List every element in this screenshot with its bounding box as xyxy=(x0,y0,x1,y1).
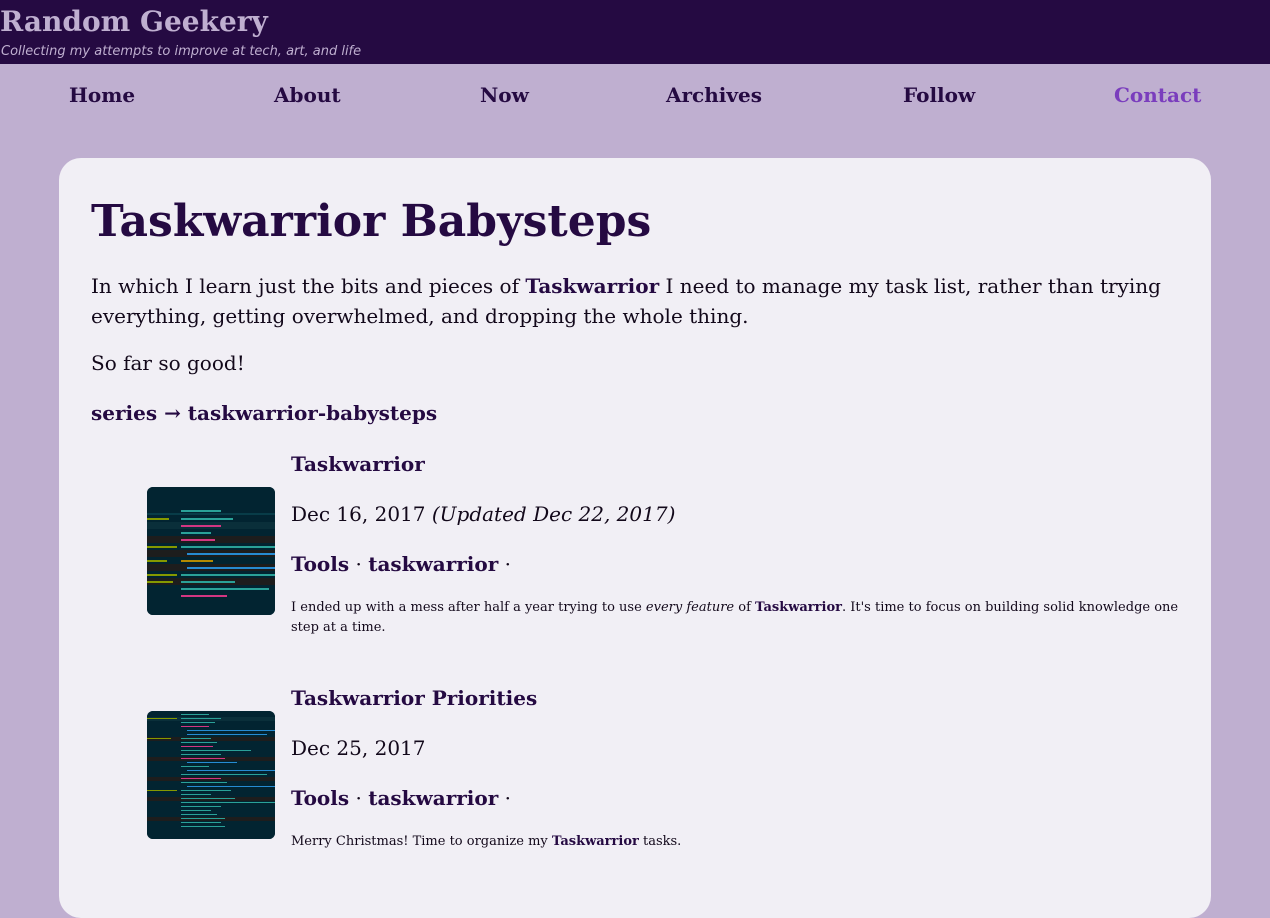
tag-separator: · xyxy=(504,552,511,576)
entry-date: Dec 16, 2017 (Updated Dec 22, 2017) xyxy=(291,502,675,526)
tag-taskwarrior-link[interactable]: taskwarrior xyxy=(368,786,498,810)
intro-paragraph: In which I learn just the bits and piece… xyxy=(91,271,1181,331)
entry-title-link[interactable]: Taskwarrior Priorities xyxy=(291,686,537,710)
entry-summary: I ended up with a mess after half a year… xyxy=(291,598,1181,638)
nav-archives[interactable]: Archives xyxy=(666,83,762,107)
site-tagline: Collecting my attempts to improve at tec… xyxy=(1,44,362,59)
updated-text: (Updated Dec 22, 2017) xyxy=(431,502,676,526)
thumbnail-image xyxy=(147,711,275,839)
date-text: Dec 25, 2017 xyxy=(291,736,426,760)
date-text: Dec 16, 2017 xyxy=(291,502,426,526)
summary-text: tasks. xyxy=(638,834,682,849)
entry-title-link[interactable]: Taskwarrior xyxy=(291,452,425,476)
tag-separator: · xyxy=(504,786,511,810)
content-card: Taskwarrior Babysteps In which I learn j… xyxy=(59,158,1211,918)
summary-text: Merry Christmas! Time to organize my xyxy=(291,834,552,849)
summary-emphasis: every feature xyxy=(645,600,735,615)
tag-tools-link[interactable]: Tools xyxy=(291,552,349,576)
tag-taskwarrior-link[interactable]: taskwarrior xyxy=(368,552,498,576)
series-link[interactable]: series → taskwarrior-babysteps xyxy=(91,401,437,425)
nav-follow[interactable]: Follow xyxy=(903,83,975,107)
tag-separator: · xyxy=(355,552,362,576)
summary-taskwarrior-link[interactable]: Taskwarrior xyxy=(755,600,842,615)
intro-taskwarrior-link[interactable]: Taskwarrior xyxy=(525,274,659,298)
terminal-screenshot-icon[interactable] xyxy=(147,711,275,839)
thumbnail-image xyxy=(147,487,275,615)
entry-tags: Tools · taskwarrior · xyxy=(291,552,511,576)
page-title: Taskwarrior Babysteps xyxy=(91,196,652,247)
summary-text: of xyxy=(734,600,756,615)
tag-separator: · xyxy=(355,786,362,810)
entry-tags: Tools · taskwarrior · xyxy=(291,786,511,810)
nav-about[interactable]: About xyxy=(274,83,341,107)
nav-now[interactable]: Now xyxy=(480,83,529,107)
site-title-link[interactable]: Random Geekery xyxy=(0,5,268,39)
summary-text: I ended up with a mess after half a year… xyxy=(291,600,646,615)
entry-date: Dec 25, 2017 xyxy=(291,736,426,760)
main-nav: Home About Now Archives Follow Contact xyxy=(0,64,1270,126)
summary-taskwarrior-link[interactable]: Taskwarrior xyxy=(552,834,639,849)
site-header: Random Geekery Collecting my attempts to… xyxy=(0,0,1270,64)
intro-text-before: In which I learn just the bits and piece… xyxy=(91,274,526,298)
terminal-screenshot-icon[interactable] xyxy=(147,487,275,615)
tag-tools-link[interactable]: Tools xyxy=(291,786,349,810)
so-far-text: So far so good! xyxy=(91,351,245,375)
entry-summary: Merry Christmas! Time to organize my Tas… xyxy=(291,832,1181,852)
nav-contact[interactable]: Contact xyxy=(1114,83,1201,107)
nav-home[interactable]: Home xyxy=(69,83,135,107)
